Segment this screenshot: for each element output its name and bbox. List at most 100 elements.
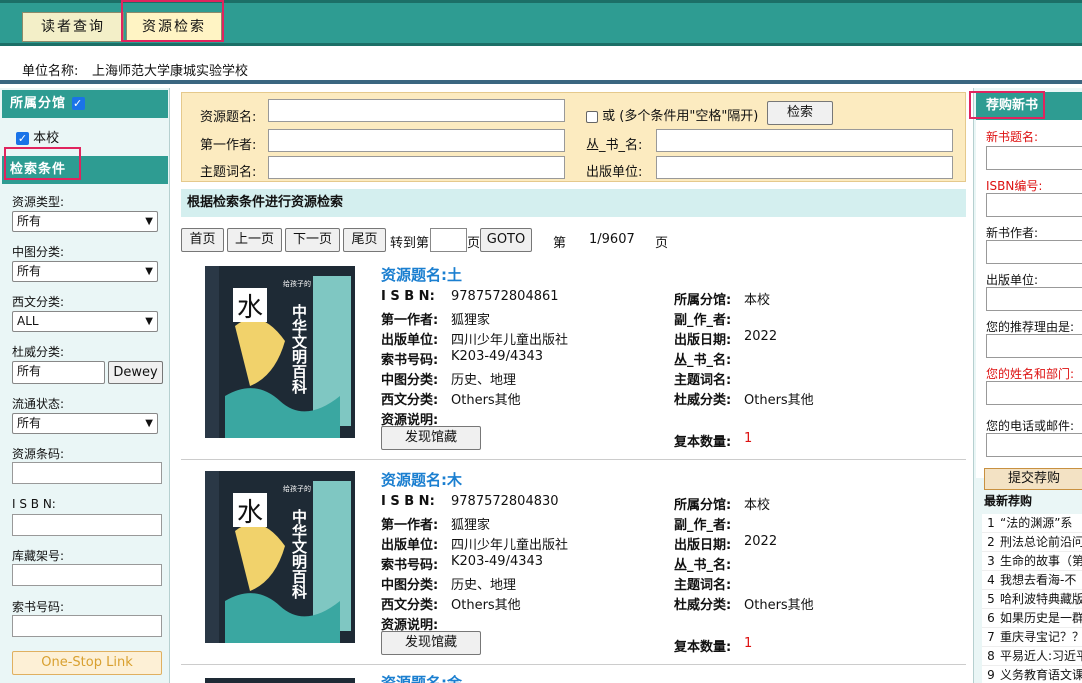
record-title[interactable]: 资源题名:金 bbox=[381, 674, 462, 683]
coauthor-field-label: 副_作_者: bbox=[674, 518, 732, 533]
callno-value: K203-49/4343 bbox=[451, 349, 544, 364]
western-select[interactable]: ALL ▼ bbox=[12, 311, 158, 332]
latest-item[interactable]: 9 义务教育语文课 bbox=[982, 666, 1082, 683]
subject-input[interactable] bbox=[268, 156, 565, 179]
dewey-button[interactable]: Dewey bbox=[108, 361, 163, 384]
pager: 首页 上一页 下一页 尾页 转到第 页 GOTO 第 1/9607 页 bbox=[181, 228, 961, 254]
series-input[interactable] bbox=[656, 129, 953, 152]
search-button[interactable]: 检索 bbox=[767, 101, 833, 125]
book-cover-image[interactable]: 水 给孩子的 中华文明百科 bbox=[205, 471, 355, 643]
or-label: 或 (多个条件用"空格"隔开) bbox=[602, 109, 759, 124]
publisher-value: 四川少年儿童出版社 bbox=[451, 333, 569, 348]
rec-name-label: 您的姓名和部门: bbox=[986, 367, 1075, 381]
series-field-label: 丛_书_名: bbox=[674, 558, 732, 573]
cover-title: 中华文明百科 bbox=[290, 508, 308, 600]
dewey-value: Others其他 bbox=[744, 393, 814, 408]
last-page-button[interactable]: 尾页 bbox=[343, 228, 386, 252]
subject-label: 主题词名: bbox=[200, 165, 257, 180]
latest-item-text: 刑法总论前沿问 bbox=[1000, 535, 1082, 549]
record-title-value: 金 bbox=[447, 674, 463, 683]
rec-isbn-input[interactable] bbox=[986, 193, 1082, 217]
circ-select[interactable]: 所有 ▼ bbox=[12, 413, 158, 434]
latest-item[interactable]: 5 哈利波特典藏版 bbox=[982, 590, 1082, 609]
or-checkbox[interactable] bbox=[586, 110, 598, 123]
recommend-header: 荐购新书 bbox=[976, 92, 1082, 120]
one-stop-link-button[interactable]: One-Stop Link bbox=[12, 651, 162, 675]
branch-header-label: 所属分馆 bbox=[10, 96, 67, 111]
callno-input[interactable] bbox=[12, 615, 162, 637]
isbn-value: 9787572804861 bbox=[451, 289, 559, 304]
submit-recommend-button[interactable]: 提交荐购 bbox=[984, 468, 1082, 490]
pubdate-field-label: 出版日期: bbox=[674, 333, 732, 348]
rec-author-label: 新书作者: bbox=[986, 226, 1039, 240]
next-page-button[interactable]: 下一页 bbox=[285, 228, 340, 252]
book-cover-image[interactable] bbox=[205, 678, 355, 683]
author-value: 狐狸家 bbox=[451, 518, 491, 533]
res-type-select[interactable]: 所有 ▼ bbox=[12, 211, 158, 232]
latest-item[interactable]: 3 生命的故事（第 bbox=[982, 552, 1082, 571]
shelf-input[interactable] bbox=[12, 564, 162, 586]
publisher-input[interactable] bbox=[656, 156, 953, 179]
branch-value: 本校 bbox=[744, 293, 771, 308]
unit-name: 上海师范大学康城实验学校 bbox=[92, 64, 249, 79]
chevron-down-icon: ▼ bbox=[145, 216, 153, 227]
latest-item[interactable]: 6 如果历史是一群 bbox=[982, 609, 1082, 628]
rec-author-input[interactable] bbox=[986, 240, 1082, 264]
latest-item[interactable]: 1 “法的渊源”系 bbox=[982, 514, 1082, 533]
rec-title-input[interactable] bbox=[986, 146, 1082, 170]
branch-option-checkbox[interactable]: ✓ bbox=[16, 132, 29, 145]
rec-publisher-input[interactable] bbox=[986, 287, 1082, 311]
clc-value: 历史、地理 bbox=[451, 373, 517, 388]
goto-suffix: 页 bbox=[467, 236, 481, 251]
goto-button[interactable]: GOTO bbox=[480, 228, 532, 252]
rec-reason-label: 您的推荐理由是: bbox=[986, 320, 1075, 334]
record-title[interactable]: 资源题名:木 bbox=[381, 469, 462, 490]
rec-contact-input[interactable] bbox=[986, 433, 1082, 457]
rec-contact-label: 您的电话或邮件: bbox=[986, 419, 1075, 433]
rec-name-input[interactable] bbox=[986, 381, 1082, 405]
tab-reader-query[interactable]: 读者查询 bbox=[22, 12, 124, 42]
result-record: 水 给孩子的 中华文明百科 资源题名:木 I S B N: 9787572804… bbox=[181, 469, 966, 665]
book-cover-image[interactable]: 水 给孩子的 中华文明百科 bbox=[205, 266, 355, 438]
tab-resource-search[interactable]: 资源检索 bbox=[126, 12, 222, 42]
clc-field-label: 中图分类: bbox=[381, 578, 439, 593]
res-type-value: 所有 bbox=[17, 214, 42, 228]
find-holdings-button[interactable]: 发现馆藏 bbox=[381, 631, 481, 655]
latest-item[interactable]: 7 重庆寻宝记？？ bbox=[982, 628, 1082, 647]
record-title-label: 资源题名: bbox=[381, 471, 447, 489]
circ-label: 流通状态: bbox=[12, 397, 65, 411]
latest-recommend-title: 最新荐购 bbox=[984, 494, 1033, 508]
branch-field-label: 所属分馆: bbox=[674, 293, 732, 308]
shelf-label: 库藏架号: bbox=[12, 549, 65, 563]
dewey-input[interactable]: 所有 bbox=[12, 361, 105, 384]
latest-item[interactable]: 8 平易近人:习近平 bbox=[982, 647, 1082, 666]
latest-item-number: 2 bbox=[987, 535, 995, 549]
dewey-value: Others其他 bbox=[744, 598, 814, 613]
latest-item[interactable]: 2 刑法总论前沿问 bbox=[982, 533, 1082, 552]
latest-item-number: 6 bbox=[987, 611, 995, 625]
author-input[interactable] bbox=[268, 129, 565, 152]
goto-page-input[interactable] bbox=[430, 228, 467, 252]
title-input[interactable] bbox=[268, 99, 565, 122]
branch-field-label: 所属分馆: bbox=[674, 498, 732, 513]
cover-subtitle: 给孩子的 bbox=[283, 279, 311, 288]
author-field-label: 第一作者: bbox=[381, 313, 439, 328]
western-field-label: 西文分类: bbox=[381, 393, 439, 408]
or-option[interactable]: 或 (多个条件用"空格"隔开) bbox=[586, 105, 758, 124]
latest-item-number: 5 bbox=[987, 592, 995, 606]
prev-page-button[interactable]: 上一页 bbox=[227, 228, 282, 252]
barcode-input[interactable] bbox=[12, 462, 162, 484]
latest-item[interactable]: 4 我想去看海-不 bbox=[982, 571, 1082, 590]
first-page-button[interactable]: 首页 bbox=[181, 228, 224, 252]
record-title[interactable]: 资源题名:土 bbox=[381, 264, 462, 285]
branch-all-checkbox[interactable]: ✓ bbox=[71, 97, 85, 110]
isbn-input[interactable] bbox=[12, 514, 162, 536]
rec-reason-input[interactable] bbox=[986, 334, 1082, 358]
branch-option[interactable]: ✓ 本校 bbox=[16, 127, 59, 146]
find-holdings-button[interactable]: 发现馆藏 bbox=[381, 426, 481, 450]
dewey-value: 所有 bbox=[17, 364, 42, 378]
clc-value: 历史、地理 bbox=[451, 578, 517, 593]
clc-select[interactable]: 所有 ▼ bbox=[12, 261, 158, 282]
callno-value: K203-49/4343 bbox=[451, 554, 544, 569]
isbn-field-label: I S B N: bbox=[381, 289, 435, 304]
